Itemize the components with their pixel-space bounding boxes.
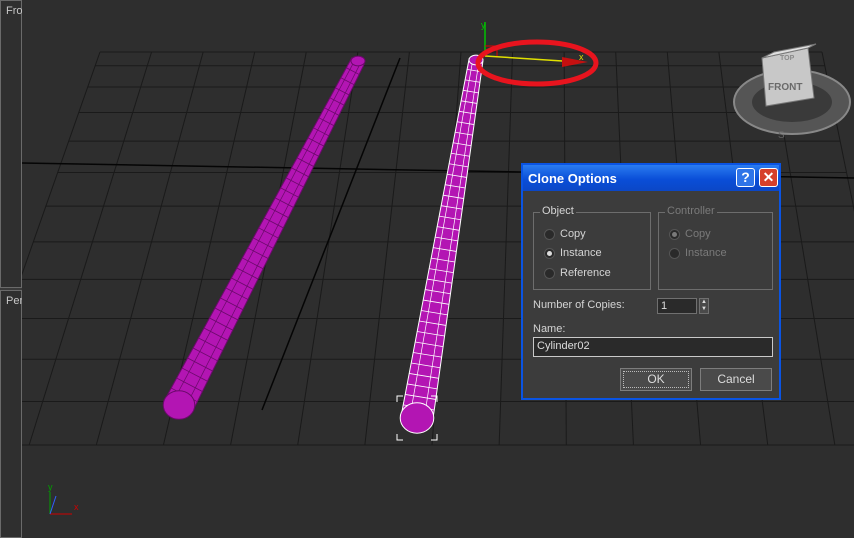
viewcube-compass-s-label: S [778, 130, 785, 140]
spinner-down-icon[interactable]: ▼ [700, 306, 708, 313]
viewcube[interactable]: TOP FRONT S [728, 40, 854, 140]
perspective-viewport-pane[interactable]: Per [0, 290, 23, 538]
viewcube-front-label: FRONT [768, 82, 802, 93]
radio-label: Copy [560, 228, 586, 240]
name-label: Name: [533, 323, 566, 335]
cylinder-edge [172, 59, 356, 403]
radio-indicator[interactable] [544, 229, 555, 240]
controller-group: Controller Copy Instance [658, 205, 773, 290]
red-annotation-circle [475, 39, 599, 87]
radio-indicator [669, 248, 680, 259]
object-group-title: Object [540, 205, 576, 217]
copies-spinner[interactable]: ▲ ▼ [699, 298, 709, 314]
number-of-copies-input[interactable]: 1 [657, 298, 697, 314]
dialog-title: Clone Options [528, 171, 617, 186]
dialog-titlebar[interactable]: Clone Options ? ✕ [523, 165, 779, 191]
grid-line [364, 51, 410, 446]
spinner-up-icon[interactable]: ▲ [700, 299, 708, 306]
selection-bracket [396, 434, 403, 441]
radio-indicator[interactable] [544, 268, 555, 279]
cylinder-edge [409, 59, 474, 417]
axis-x-label: x [74, 502, 79, 512]
cylinder-cap[interactable] [162, 390, 196, 420]
grid-line [498, 51, 514, 446]
clone-options-dialog[interactable]: Clone Options ? ✕ Object Copy Instance R… [521, 163, 781, 400]
perspective-viewport-label[interactable]: Per [6, 295, 23, 307]
cancel-button[interactable]: Cancel [700, 368, 772, 391]
radio-label: Instance [560, 247, 602, 259]
name-field[interactable]: Cylinder02 [533, 337, 773, 357]
cylinder01[interactable] [162, 55, 366, 420]
front-viewport-pane[interactable]: Fro [0, 0, 23, 288]
axis-y-label: y [48, 482, 53, 492]
radio-indicator[interactable] [544, 248, 555, 259]
viewcube-top-label: TOP [780, 55, 795, 62]
cylinder-edge [423, 60, 480, 420]
grid-line [22, 51, 101, 276]
viewport-layout-strip: Fro Per [0, 0, 23, 538]
controller-group-title: Controller [665, 205, 717, 217]
gizmo-y-label: y [481, 20, 486, 30]
radio-label: Copy [685, 228, 711, 240]
object-group: Object Copy Instance Reference [533, 205, 651, 290]
front-viewport-label[interactable]: Fro [6, 5, 23, 17]
number-of-copies-label: Number of Copies: [533, 299, 625, 311]
cylinder-cap[interactable] [399, 402, 435, 434]
help-button[interactable]: ? [736, 168, 755, 187]
world-axis-tripod: x y z [48, 482, 79, 515]
ok-button[interactable]: OK [620, 368, 692, 391]
radio-label: Reference [560, 267, 611, 279]
close-button[interactable]: ✕ [759, 168, 778, 187]
selection-bracket [431, 434, 438, 441]
radio-indicator [669, 229, 680, 240]
radio-label: Instance [685, 247, 727, 259]
cylinder-edge [184, 62, 362, 409]
grid-line [28, 51, 153, 446]
cylinder-top-cap[interactable] [350, 55, 366, 67]
